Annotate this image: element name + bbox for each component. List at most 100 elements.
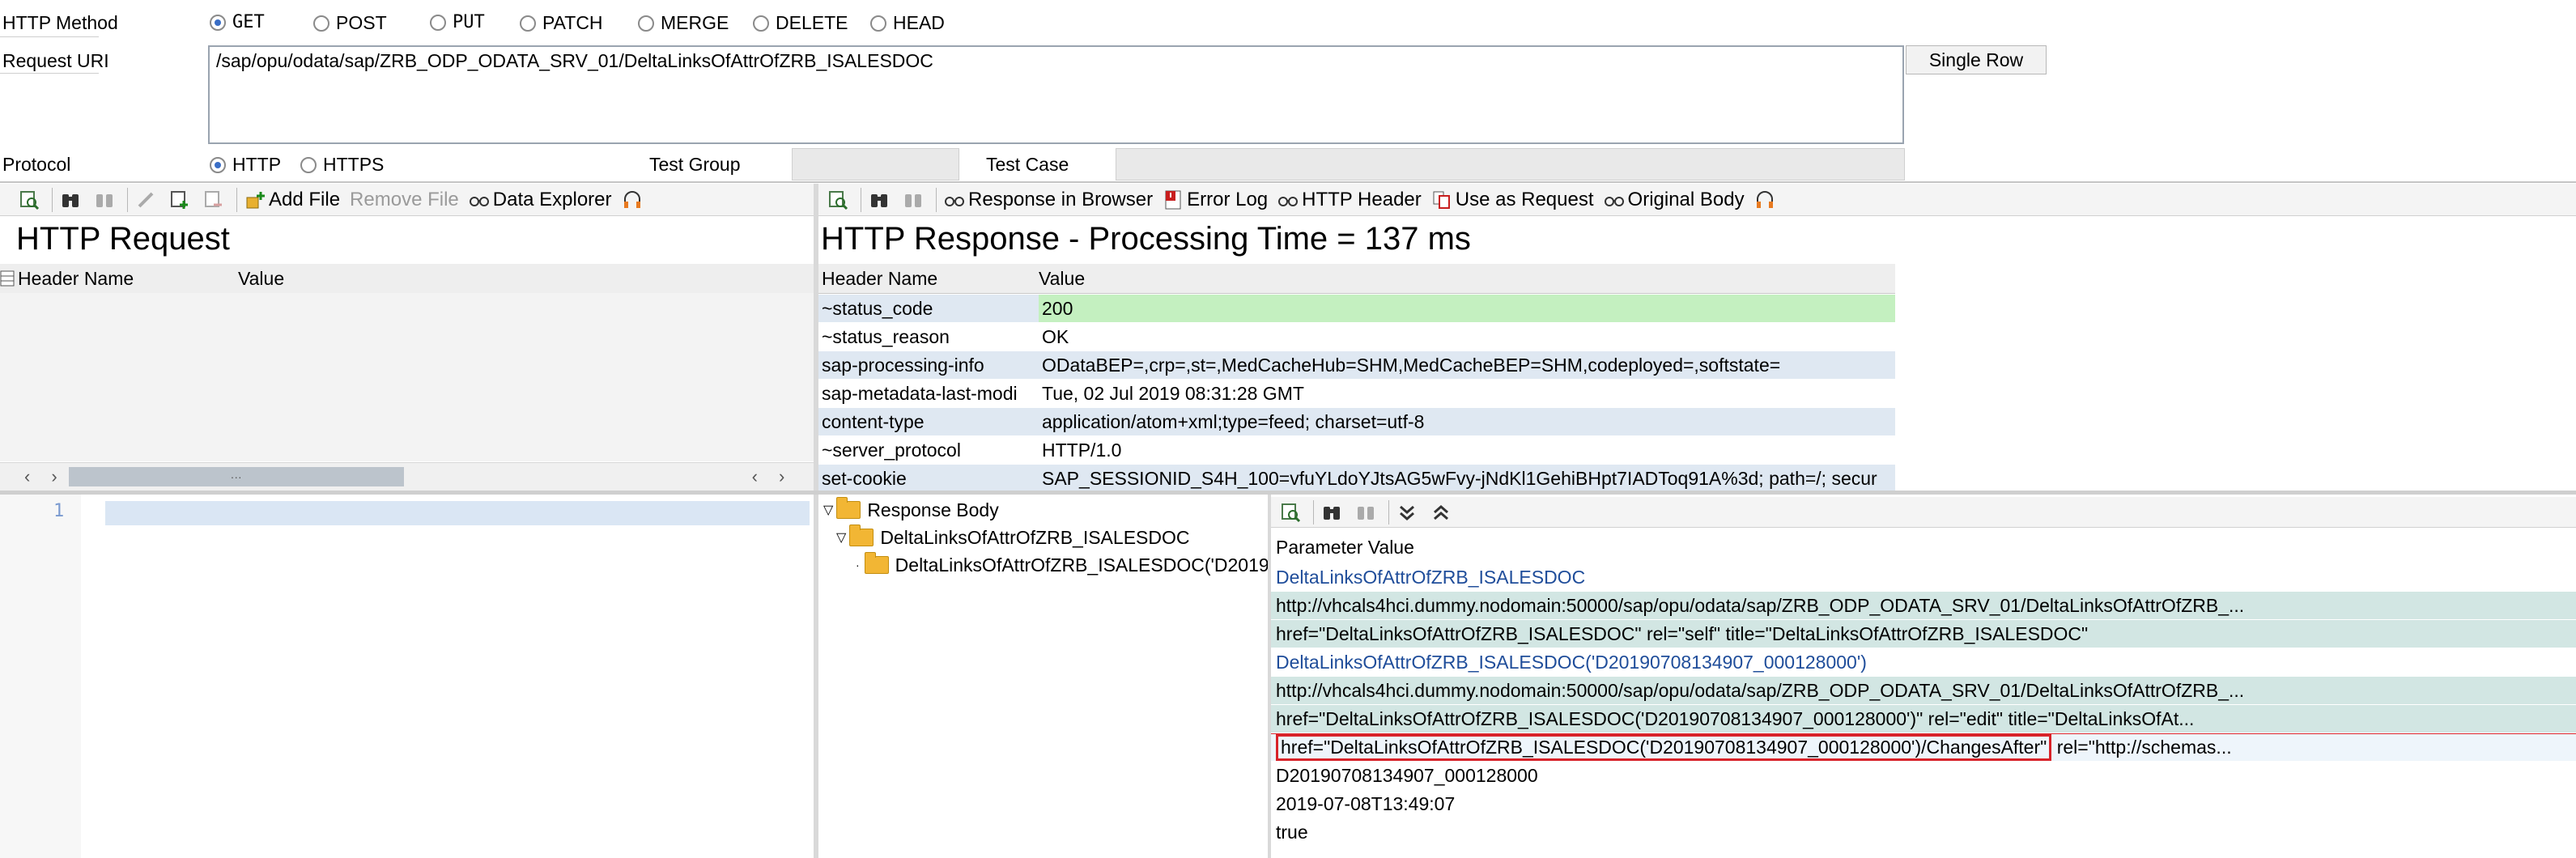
- expand-icon[interactable]: ▽: [836, 529, 846, 546]
- param-value-text: http://vhcals4hci.dummy.nodomain:50000/s…: [1276, 679, 2245, 701]
- test-group-label: Test Group: [649, 154, 741, 175]
- insert-row-button[interactable]: [165, 185, 198, 214]
- scroll-thumb[interactable]: ···: [68, 467, 404, 486]
- param-value-row[interactable]: 2019-07-08T13:49:07: [1271, 790, 2576, 818]
- expand-all-icon: [1400, 505, 1414, 520]
- param-value-text: DeltaLinksOfAttrOfZRB_ISALESDOC('D201907…: [1276, 651, 1867, 673]
- request-hscrollbar[interactable]: ‹ › ··· ‹ ›: [0, 462, 814, 491]
- response-header-row-item[interactable]: sap-processing-info ODataBEP=,crp=,st=,Me…: [818, 351, 1895, 379]
- param-value-row[interactable]: href="DeltaLinksOfAttrOfZRB_ISALESDOC('D…: [1271, 705, 2576, 733]
- col-header-name[interactable]: Header Name: [18, 268, 238, 290]
- find-button[interactable]: [865, 185, 897, 214]
- delete-row-button[interactable]: [199, 185, 232, 214]
- check-button[interactable]: [823, 185, 856, 214]
- response-header-row-item[interactable]: ~status_reason OK: [818, 323, 1895, 350]
- original-body-button[interactable]: Original Body: [1600, 185, 1749, 214]
- method-delete-radio[interactable]: DELETE: [753, 12, 848, 34]
- param-value-row[interactable]: D20190708134907_000128000: [1271, 762, 2576, 789]
- tree-node-root[interactable]: ▽ Response Body: [823, 496, 999, 524]
- param-value-row[interactable]: http://vhcals4hci.dummy.nodomain:50000/s…: [1271, 677, 2576, 704]
- scroll-left-icon[interactable]: ‹: [752, 466, 758, 487]
- response-toolbar: Response in Browser Error Log HTTP Heade…: [818, 184, 2576, 216]
- http-header-button[interactable]: HTTP Header: [1273, 185, 1426, 214]
- separator: [1313, 499, 1314, 525]
- param-value-text: href="DeltaLinksOfAttrOfZRB_ISALESDOC" r…: [1276, 622, 2089, 644]
- method-put-radio[interactable]: PUT: [430, 12, 485, 32]
- scroll-left-icon[interactable]: ‹: [24, 466, 30, 487]
- top-splitter[interactable]: [0, 181, 2576, 183]
- header-value-cell: Tue, 02 Jul 2019 08:31:28 GMT: [1039, 380, 1895, 407]
- response-header-row-item[interactable]: sap-metadata-last-modi Tue, 02 Jul 2019 0…: [818, 380, 1895, 407]
- collapse-all-button[interactable]: [1426, 498, 1459, 527]
- check-icon: [20, 190, 40, 210]
- param-value-text: true: [1276, 821, 1308, 843]
- glasses-icon: [469, 196, 489, 206]
- expand-all-button[interactable]: [1392, 498, 1425, 527]
- response-header-row-item[interactable]: content-type application/atom+xml;type=fe…: [818, 408, 1895, 435]
- header-value-cell: OK: [1039, 323, 1895, 350]
- param-value-row[interactable]: http://vhcals4hci.dummy.nodomain:50000/s…: [1271, 592, 2576, 619]
- method-post-radio[interactable]: POST: [313, 12, 387, 34]
- expand-icon[interactable]: ▽: [823, 502, 833, 518]
- line-number: 1: [53, 501, 65, 521]
- protocol-http-radio[interactable]: HTTP: [210, 154, 281, 176]
- response-header-row-item[interactable]: ~status_code 200: [818, 295, 1895, 322]
- request-uri-input[interactable]: /sap/opu/odata/sap/ZRB_ODP_ODATA_SRV_01/…: [208, 45, 1904, 144]
- scroll-right-icon[interactable]: ›: [51, 466, 57, 487]
- table-settings-icon[interactable]: [0, 269, 16, 288]
- find-next-button[interactable]: [1351, 498, 1384, 527]
- add-file-button[interactable]: Add File: [240, 185, 344, 214]
- http-response-title: HTTP Response - Processing Time = 137 ms: [821, 221, 1471, 257]
- find-next-button[interactable]: [90, 185, 122, 214]
- header-name-cell: set-cookie: [818, 465, 1039, 492]
- tree-node-child[interactable]: ▽ DeltaLinksOfAttrOfZRB_ISALESDOC: [836, 524, 1190, 551]
- response-header-row-item[interactable]: set-cookie SAP_SESSIONID_S4H_100=vfuYLdoY…: [818, 465, 1895, 492]
- single-row-button[interactable]: Single Row: [1906, 45, 2047, 74]
- check-button[interactable]: [1276, 498, 1308, 527]
- param-value-row[interactable]: true: [1271, 818, 2576, 846]
- radio-icon: [870, 15, 886, 32]
- col-value[interactable]: Value: [1039, 268, 1085, 290]
- response-header-row-item[interactable]: ~server_protocol HTTP/1.0: [818, 436, 1895, 464]
- folder-open-icon: [836, 497, 861, 519]
- test-case-input[interactable]: [1116, 148, 1905, 181]
- radio-selected-icon: [210, 14, 226, 31]
- test-group-input[interactable]: [792, 148, 959, 181]
- param-value-row[interactable]: href="DeltaLinksOfAttrOfZRB_ISALESDOC('D…: [1271, 733, 2576, 761]
- col-value[interactable]: Value: [238, 268, 284, 290]
- method-merge-radio[interactable]: MERGE: [638, 12, 729, 34]
- edit-button[interactable]: [131, 185, 164, 214]
- request-body-editor[interactable]: 1: [0, 495, 814, 858]
- find-next-button[interactable]: [899, 185, 931, 214]
- method-patch-radio[interactable]: PATCH: [520, 12, 603, 34]
- check-button[interactable]: [15, 185, 47, 214]
- response-in-browser-button[interactable]: Response in Browser: [940, 185, 1157, 214]
- find-button[interactable]: [56, 185, 88, 214]
- param-value-text: http://vhcals4hci.dummy.nodomain:50000/s…: [1276, 594, 2245, 616]
- tree-node-grandchild[interactable]: · DeltaLinksOfAttrOfZRB_ISALESDOC('D2019: [856, 551, 1268, 579]
- scroll-right-icon[interactable]: ›: [779, 466, 784, 487]
- error-log-button[interactable]: Error Log: [1158, 185, 1272, 214]
- param-value-row[interactable]: href="DeltaLinksOfAttrOfZRB_ISALESDOC" r…: [1271, 620, 2576, 648]
- method-head-radio[interactable]: HEAD: [870, 12, 945, 34]
- col-header-name[interactable]: Header Name: [818, 268, 1039, 290]
- find-button[interactable]: [1317, 498, 1350, 527]
- header-value-cell: SAP_SESSIONID_S4H_100=vfuYLdoYJtsAG5wFvy…: [1039, 465, 1895, 492]
- param-value-row[interactable]: DeltaLinksOfAttrOfZRB_ISALESDOC: [1271, 563, 2576, 591]
- param-value-text: 2019-07-08T13:49:07: [1276, 792, 1456, 814]
- use-as-request-button[interactable]: Use as Request: [1427, 185, 1598, 214]
- headset-button[interactable]: [618, 185, 650, 214]
- data-explorer-button[interactable]: Data Explorer: [465, 185, 616, 214]
- error-log-icon: [1165, 190, 1181, 209]
- headset-button[interactable]: [1750, 185, 1783, 214]
- radio-icon: [753, 15, 769, 32]
- remove-file-button[interactable]: Remove File: [346, 185, 463, 214]
- param-value-row[interactable]: DeltaLinksOfAttrOfZRB_ISALESDOC('D201907…: [1271, 648, 2576, 676]
- method-get-radio[interactable]: GET: [210, 12, 265, 32]
- separator: [1388, 499, 1389, 525]
- radio-icon: [520, 15, 536, 32]
- binoculars-icon: [1324, 506, 1340, 520]
- request-uri-label: Request URI: [2, 50, 109, 71]
- protocol-https-radio[interactable]: HTTPS: [300, 154, 384, 176]
- delete-row-icon: [205, 190, 222, 207]
